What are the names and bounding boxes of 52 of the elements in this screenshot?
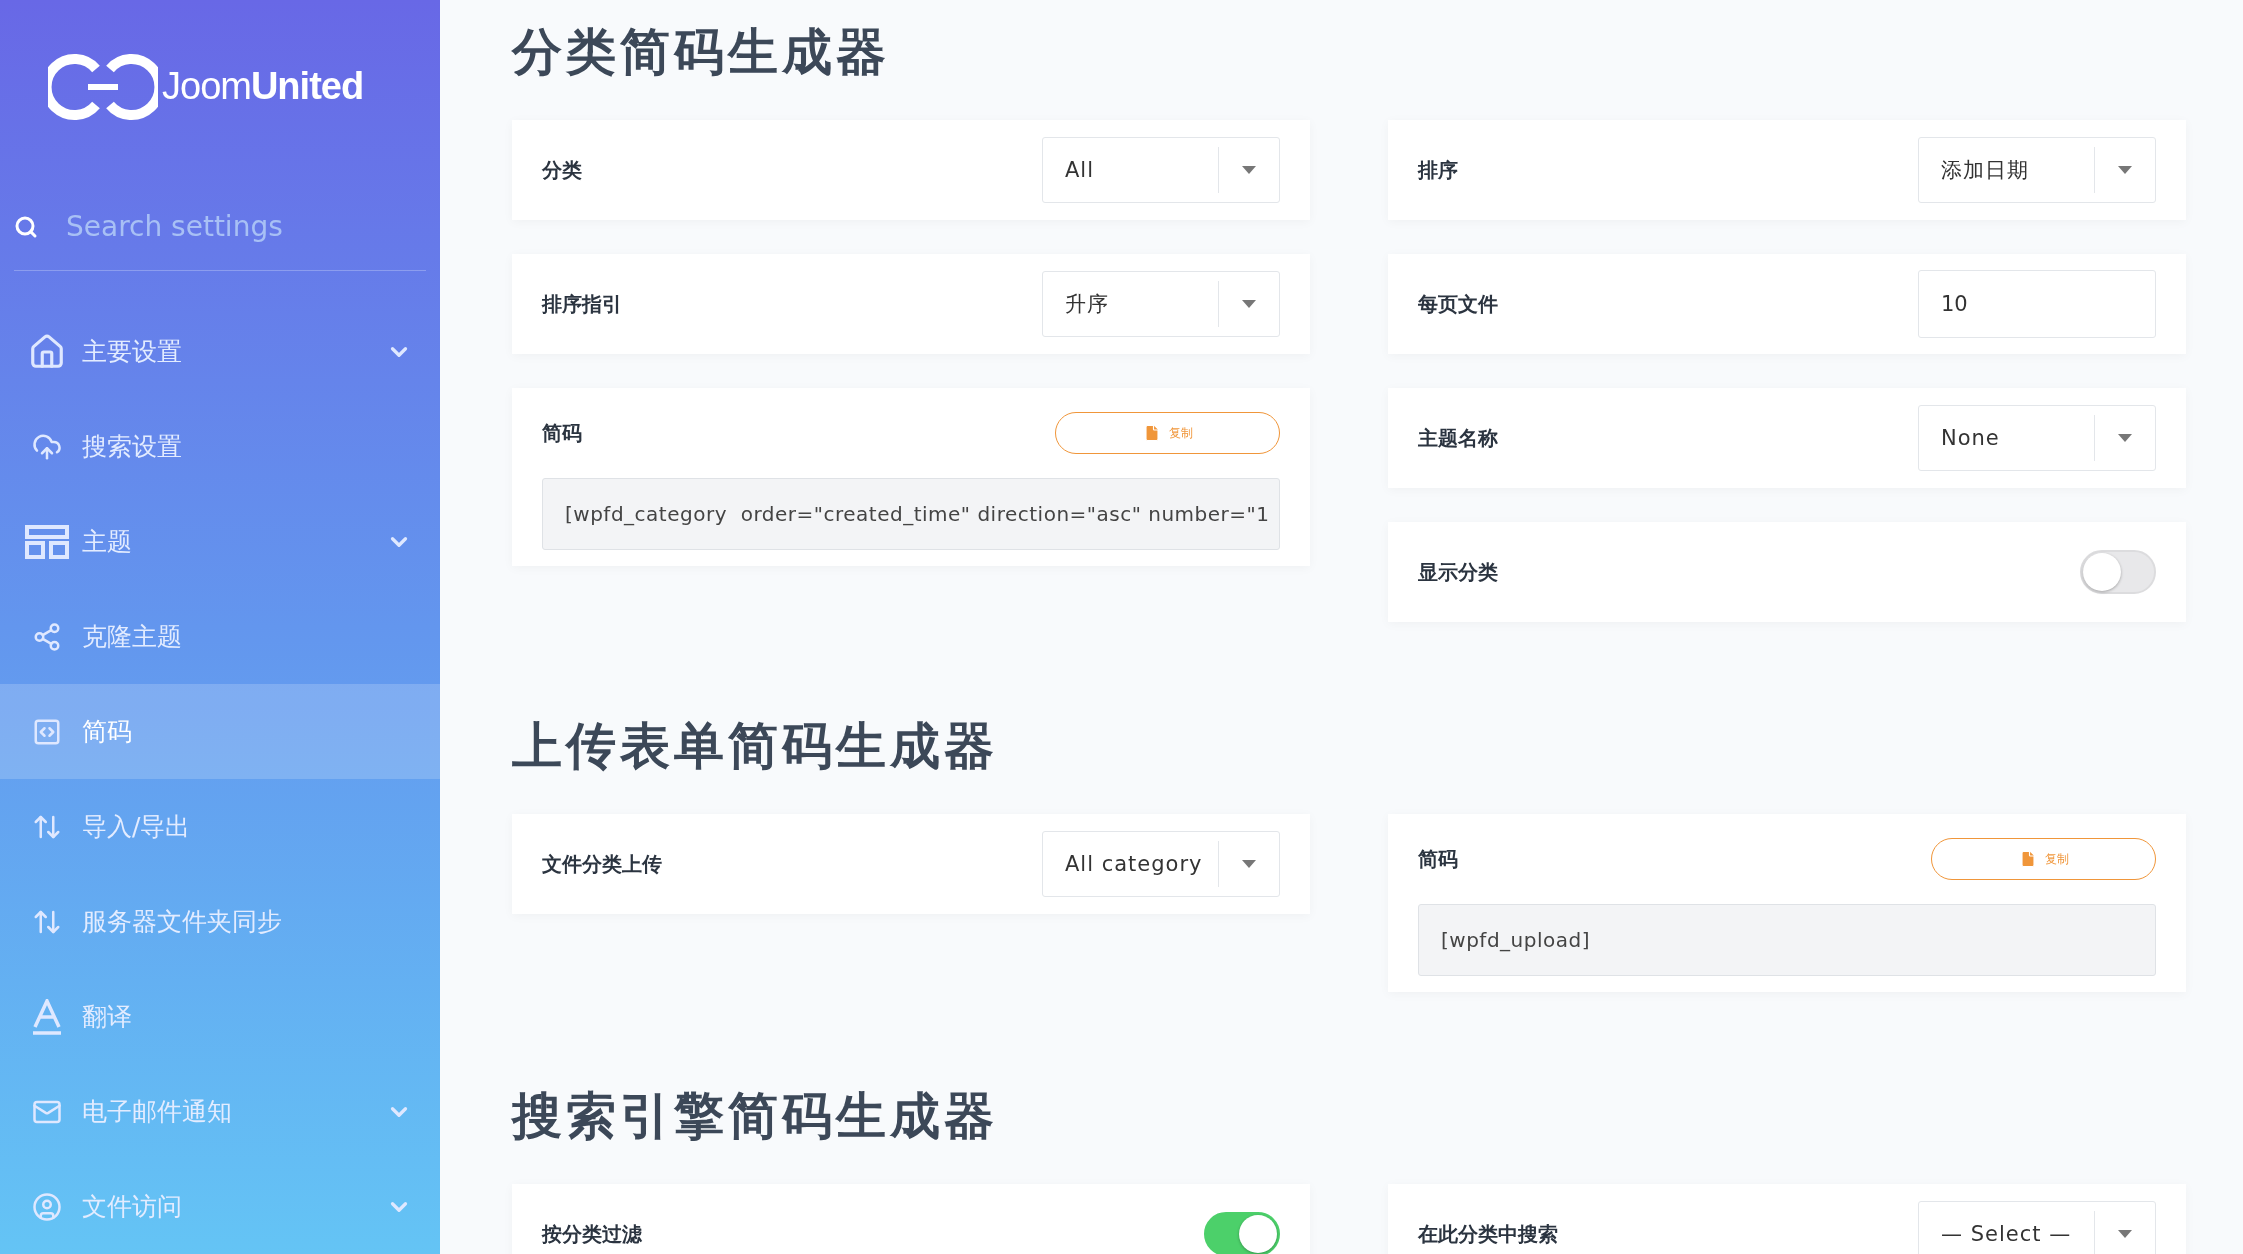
font-icon: [31, 998, 63, 1035]
section-title: 分类简码生成器: [512, 21, 891, 83]
section-title: 搜索引擎简码生成器: [512, 1085, 999, 1147]
cloud-upload-icon: [32, 431, 62, 462]
dropdown[interactable]: All category: [1042, 831, 1280, 897]
dropdown[interactable]: 添加日期: [1918, 137, 2156, 203]
caret-icon: [2118, 166, 2132, 174]
layout-icon: [25, 524, 69, 559]
sidebar-item[interactable]: 主要设置: [0, 304, 440, 399]
shortcode-text: [wpfd_upload]: [1418, 904, 2156, 976]
caret-icon: [1242, 300, 1256, 308]
sidebar-item[interactable]: 简码: [0, 684, 440, 779]
field-label: 简码: [542, 419, 582, 447]
dropdown[interactable]: 升序: [1042, 271, 1280, 337]
field-label: 分类: [542, 156, 582, 184]
caret-icon: [1242, 860, 1256, 868]
sidebar-item[interactable]: 翻译: [0, 969, 440, 1064]
sidebar-item[interactable]: 文件访问: [0, 1159, 440, 1254]
shortcode-text: [wpfd_category order="created_time" direction="asc" number="1: [542, 478, 1280, 550]
field-label: 在此分类中搜索: [1418, 1220, 1558, 1248]
field-label: 排序指引: [542, 290, 622, 318]
user-circle-icon: [32, 1191, 62, 1222]
dropdown[interactable]: None: [1918, 405, 2156, 471]
field-label: 文件分类上传: [542, 850, 662, 878]
caret-icon: [2118, 1230, 2132, 1238]
dropdown[interactable]: — Select —: [1918, 1201, 2156, 1254]
field-label: 按分类过滤: [542, 1220, 642, 1248]
copy-button[interactable]: 复制: [1055, 412, 1280, 454]
input-field[interactable]: 10: [1918, 270, 2156, 338]
sidebar-item[interactable]: 导入/导出: [0, 779, 440, 874]
sidebar-item[interactable]: 服务器文件夹同步: [0, 874, 440, 969]
field-label: 排序: [1418, 156, 1458, 184]
home-icon: [28, 332, 66, 371]
section-title: 上传表单简码生成器: [512, 715, 999, 777]
field-label: 显示分类: [1418, 558, 1498, 586]
field-label: 每页文件: [1418, 290, 1498, 318]
dropdown[interactable]: All: [1042, 137, 1280, 203]
logo-text: JoomUnited: [162, 65, 364, 108]
search-field[interactable]: Search settings: [64, 209, 398, 244]
copy-button[interactable]: 复制: [1931, 838, 2156, 880]
field-label: 简码: [1418, 845, 1458, 873]
field-label: 主题名称: [1418, 424, 1498, 452]
sidebar-item[interactable]: 电子邮件通知: [0, 1064, 440, 1159]
toggle-switch[interactable]: [1204, 1212, 1280, 1254]
search-icon: [14, 214, 38, 239]
caret-icon: [2118, 434, 2132, 442]
caret-icon: [1242, 166, 1256, 174]
sidebar-item[interactable]: 主题: [0, 494, 440, 589]
sidebar-item[interactable]: 克隆主题: [0, 589, 440, 684]
share-icon: [32, 621, 62, 652]
sidebar-item[interactable]: 搜索设置: [0, 399, 440, 494]
toggle-switch[interactable]: [2080, 550, 2156, 594]
